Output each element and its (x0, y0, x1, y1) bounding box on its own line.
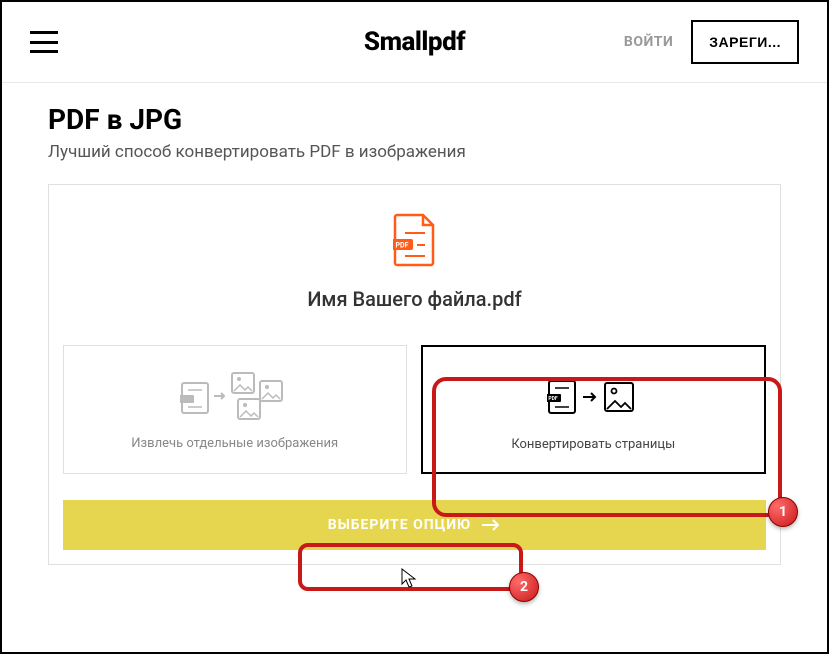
page-title: PDF в JPG (48, 103, 781, 136)
svg-text:PDF: PDF (549, 396, 558, 402)
option-convert-pages[interactable]: PDF Конвертировать страницы (421, 345, 767, 474)
option-label: Извлечь отдельные изображения (74, 436, 396, 451)
cta-label: ВЫБЕРИТЕ ОПЦИЮ (328, 517, 472, 533)
content: PDF в JPG Лучший способ конвертировать P… (2, 83, 827, 585)
annotation-badge-2: 2 (509, 572, 539, 602)
option-extract-images[interactable]: Извлечь отдельные изображения (63, 345, 407, 474)
logo: Smallpdf (364, 27, 465, 57)
options-row: Извлечь отдельные изображения PDF (49, 345, 780, 488)
svg-text:PDF: PDF (395, 242, 408, 250)
converter-box: PDF Имя Вашего файла.pdf (48, 184, 781, 565)
signup-button[interactable]: ЗАРЕГИ... (691, 20, 799, 64)
menu-icon[interactable] (30, 31, 58, 53)
option-label: Конвертировать страницы (433, 437, 755, 452)
choose-option-button[interactable]: ВЫБЕРИТЕ ОПЦИЮ (63, 500, 766, 550)
file-name: Имя Вашего файла.pdf (49, 287, 780, 311)
file-area: PDF Имя Вашего файла.pdf (49, 185, 780, 345)
pdf-file-icon: PDF (393, 213, 437, 267)
page-subtitle: Лучший способ конвертировать PDF в изобр… (48, 142, 781, 162)
header: Smallpdf ВОЙТИ ЗАРЕГИ... (2, 2, 827, 83)
auth-controls: ВОЙТИ ЗАРЕГИ... (624, 20, 799, 64)
annotation-badge-1: 1 (768, 497, 798, 527)
login-button[interactable]: ВОЙТИ (624, 34, 673, 50)
arrow-right-icon (481, 518, 501, 532)
extract-images-icon (74, 368, 396, 424)
convert-pages-icon: PDF (433, 369, 755, 425)
